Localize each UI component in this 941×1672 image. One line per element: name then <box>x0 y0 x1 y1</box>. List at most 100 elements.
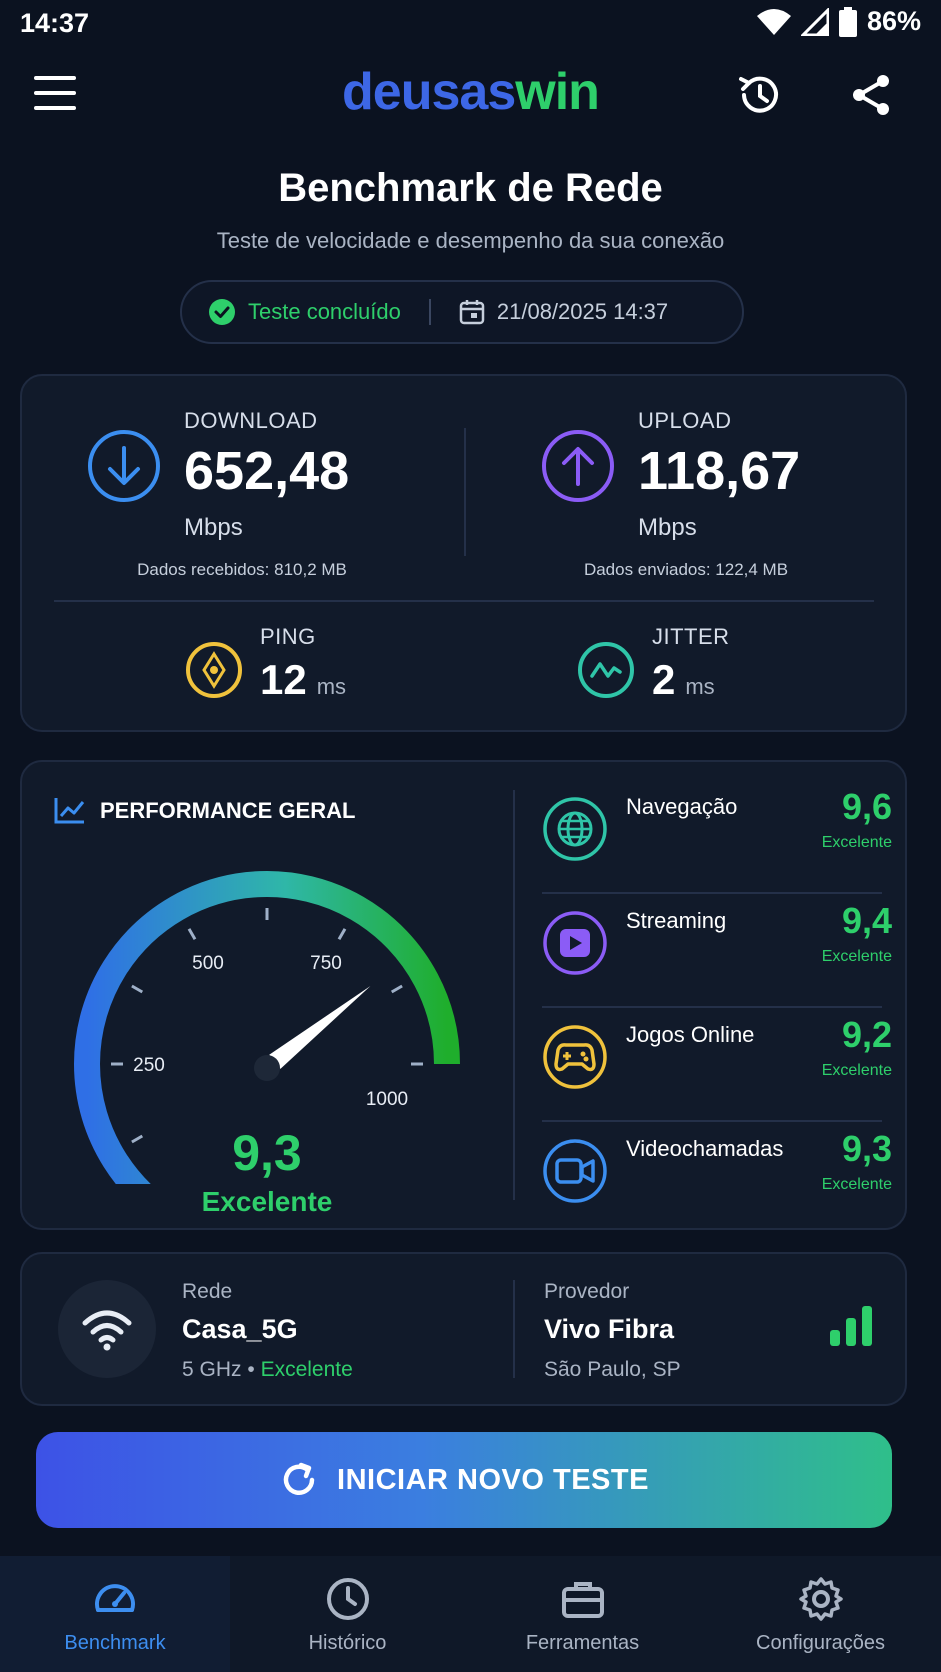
category-name: Streaming <box>626 908 727 933</box>
download-value: 652,48 <box>184 441 350 501</box>
provider-name: Vivo Fibra <box>544 1314 675 1344</box>
category-score: 9,2 <box>841 1014 892 1055</box>
gauge-tick <box>337 928 347 941</box>
ping-reading: 12 ms <box>260 656 346 704</box>
nav-benchmark-label: Benchmark <box>64 1632 166 1654</box>
nav-historico[interactable]: Histórico <box>230 1556 465 1672</box>
jitter-reading: 2 ms <box>652 656 715 704</box>
category-row: Jogos Online 9,2 Excelente <box>542 1014 892 1128</box>
start-new-test-button[interactable]: INICIAR NOVO TESTE <box>36 1432 892 1528</box>
category-rating: Excelente <box>821 1176 892 1193</box>
calendar-icon <box>459 300 485 325</box>
nav-configuracoes-label: Configurações <box>756 1632 885 1654</box>
performance-divider <box>513 790 515 1200</box>
ping-value: 12 <box>260 656 307 703</box>
upload-unit: Mbps <box>638 514 697 541</box>
gauge-needle <box>269 986 371 1069</box>
speed-divider-horizontal <box>54 600 874 602</box>
category-row: Navegação 9,6 Excelente <box>542 786 892 900</box>
battery-icon <box>838 6 857 37</box>
download-data-note: Dados recebidos: 810,2 MB <box>137 560 347 579</box>
briefcase-icon <box>561 1582 604 1618</box>
network-quality: Excelente <box>260 1358 353 1381</box>
ping-unit: ms <box>316 674 347 699</box>
trend-chart-icon <box>54 798 85 824</box>
refresh-icon <box>283 1462 315 1495</box>
category-divider <box>542 892 882 894</box>
logo-part1: deusas <box>342 63 516 121</box>
network-divider <box>513 1280 515 1378</box>
category-score: 9,4 <box>841 900 892 941</box>
nav-configuracoes[interactable]: Configurações <box>700 1556 941 1672</box>
category-name: Videochamadas <box>626 1136 784 1161</box>
category-divider <box>542 1006 882 1008</box>
pill-divider <box>428 299 431 325</box>
app-logo: deusaswin <box>0 62 941 122</box>
speed-divider-vertical <box>464 428 466 556</box>
share-icon[interactable] <box>848 72 894 118</box>
network-band: 5 GHz <box>182 1358 242 1381</box>
globe-icon <box>543 797 607 861</box>
jitter-label: JITTER <box>652 624 730 649</box>
upload-data-note: Dados enviados: 122,4 MB <box>583 560 789 579</box>
clock-icon <box>326 1578 369 1620</box>
gauge-tick <box>131 984 144 994</box>
category-score: 9,6 <box>841 786 892 827</box>
performance-title: PERFORMANCE GERAL <box>100 798 356 823</box>
wifi-badge <box>58 1280 156 1378</box>
bottom-navigation: Benchmark Histórico Ferramentas Configur… <box>0 1556 941 1672</box>
category-divider <box>542 1120 882 1122</box>
page-subtitle: Teste de velocidade e desempenho da sua … <box>216 228 725 253</box>
jitter-icon <box>578 642 634 698</box>
check-circle-icon <box>209 299 235 325</box>
gear-icon <box>798 1577 843 1621</box>
upload-label: UPLOAD <box>638 408 732 433</box>
gauge-tick <box>187 928 197 941</box>
download-label: DOWNLOAD <box>184 408 318 433</box>
status-icons: 86% <box>756 6 921 37</box>
test-status-text: Teste concluído <box>248 299 401 324</box>
nav-benchmark[interactable]: Benchmark <box>0 1556 230 1672</box>
logo-part2: win <box>515 63 600 121</box>
gauge-tick-label: 250 <box>133 1055 165 1076</box>
download-icon <box>88 430 160 502</box>
download-unit: Mbps <box>184 514 243 541</box>
history-icon[interactable] <box>734 70 784 120</box>
gauge-rating: Excelente <box>201 1186 333 1217</box>
cell-signal-icon <box>800 7 829 36</box>
gauge-hub <box>254 1055 280 1081</box>
category-rating: Excelente <box>821 1062 892 1079</box>
battery-percent: 86% <box>866 6 921 36</box>
network-label: Rede <box>182 1280 233 1303</box>
test-datetime: 21/08/2025 14:37 <box>496 299 669 324</box>
gauge-score: 9,3 <box>232 1125 302 1181</box>
start-new-test-label: INICIAR NOVO TESTE <box>337 1463 649 1496</box>
network-band-line: 5 GHz • Excelente <box>182 1358 353 1382</box>
page-title: Benchmark de Rede <box>278 166 663 210</box>
network-card: Rede Casa_5G 5 GHz • Excelente Provedor … <box>20 1252 907 1406</box>
signal-bars-icon <box>830 1306 872 1346</box>
play-icon <box>543 911 607 975</box>
video-icon <box>543 1139 607 1203</box>
ping-label: PING <box>260 624 316 649</box>
wifi-signal-icon <box>756 8 791 35</box>
category-rating: Excelente <box>821 948 892 965</box>
network-name: Casa_5G <box>182 1314 298 1344</box>
category-rating: Excelente <box>821 834 892 851</box>
nav-ferramentas[interactable]: Ferramentas <box>465 1556 700 1672</box>
speed-results-card: DOWNLOAD 652,48 Mbps Dados recebidos: 81… <box>20 374 907 732</box>
speedometer-icon <box>95 1584 135 1612</box>
provider-label: Provedor <box>544 1280 630 1303</box>
gauge-tick-label: 500 <box>192 953 224 974</box>
gamepad-icon <box>543 1025 607 1089</box>
category-score: 9,3 <box>841 1128 892 1169</box>
category-row: Streaming 9,4 Excelente <box>542 900 892 1014</box>
network-band-separator: • <box>247 1358 255 1381</box>
nav-historico-label: Histórico <box>308 1632 387 1654</box>
ping-icon <box>186 642 242 698</box>
wifi-icon <box>82 1310 132 1351</box>
upload-icon <box>542 430 614 502</box>
jitter-unit: ms <box>685 674 715 699</box>
gauge-tick <box>390 984 403 994</box>
category-row: Videochamadas 9,3 Excelente <box>542 1128 892 1242</box>
